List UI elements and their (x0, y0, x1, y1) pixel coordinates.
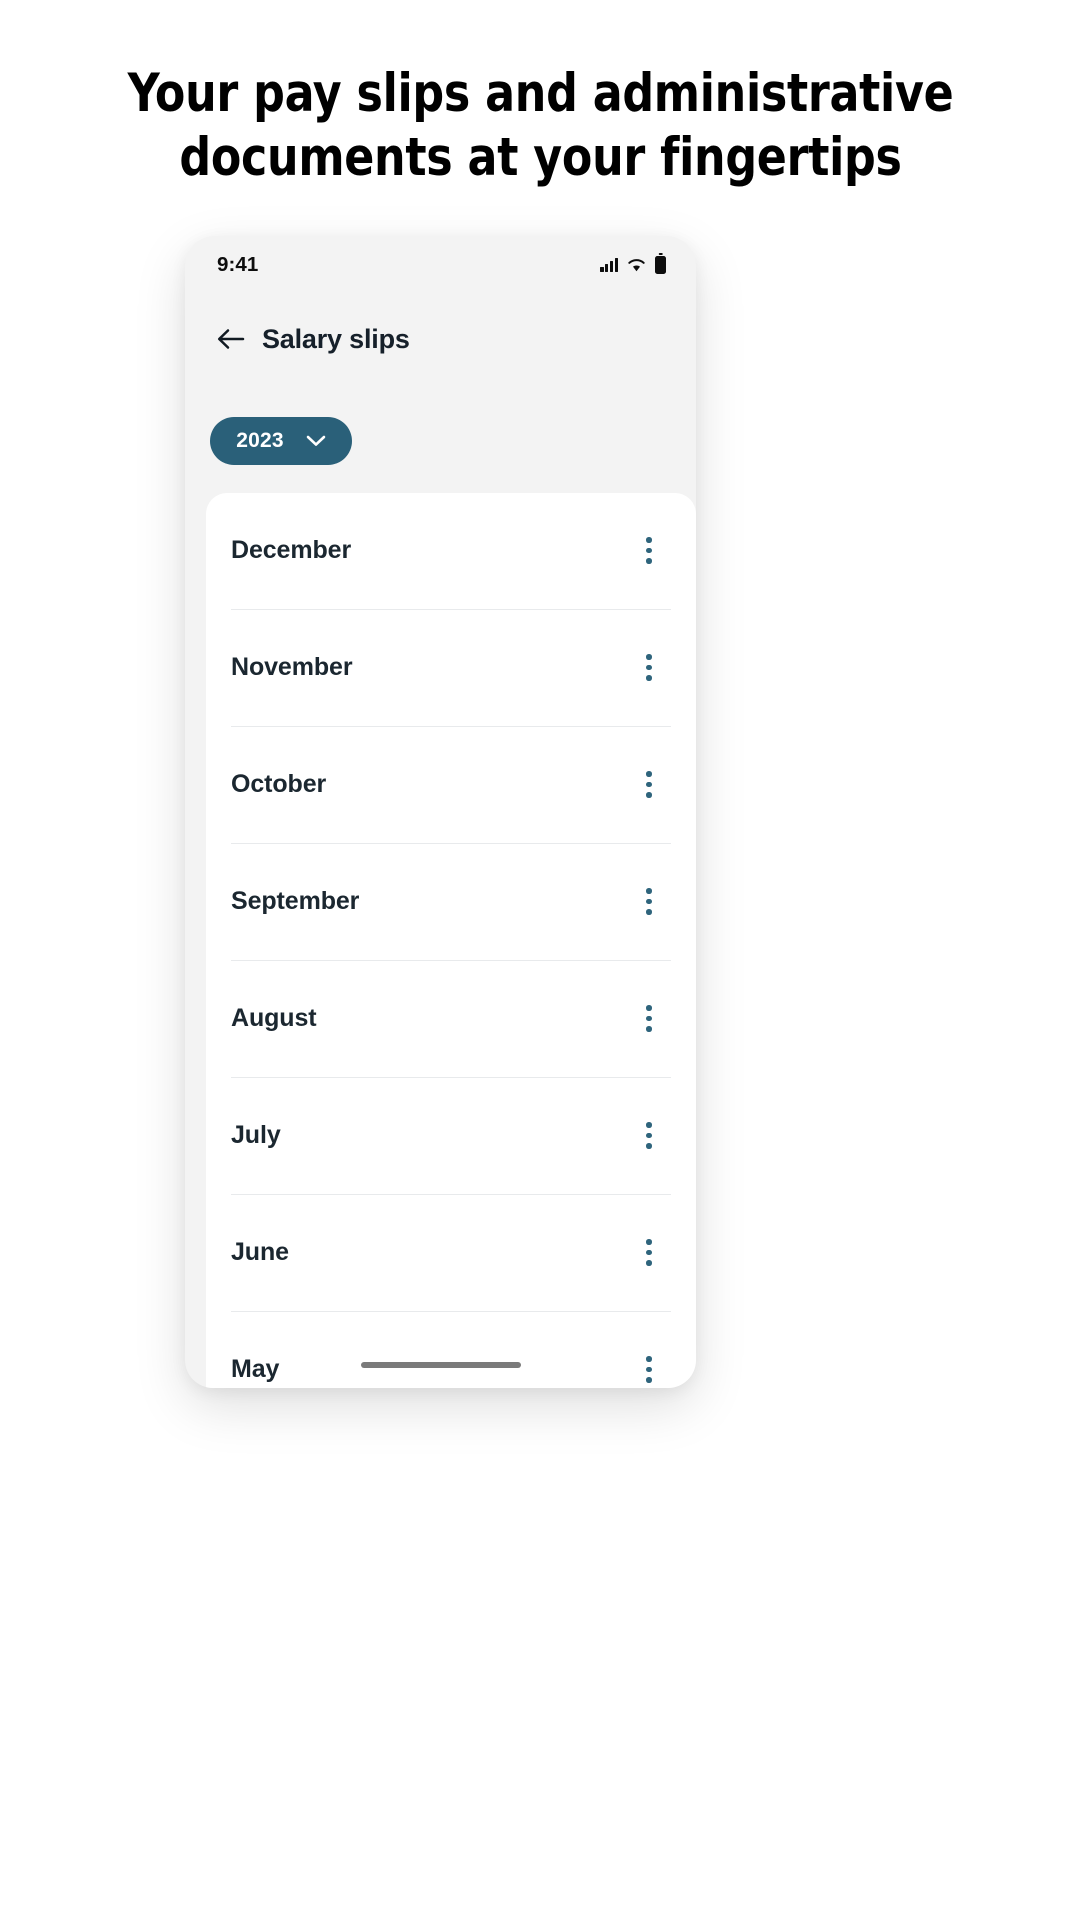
year-filter-dropdown[interactable]: 2023 (210, 417, 352, 465)
table-row[interactable]: June (206, 1195, 696, 1312)
more-vertical-icon[interactable] (632, 1119, 666, 1153)
page-title: Your pay slips and administrative docume… (38, 62, 1043, 190)
table-row[interactable]: May (206, 1312, 696, 1388)
more-vertical-icon[interactable] (632, 534, 666, 568)
phone-mockup: 9:41 Salary slips 2023 December November… (185, 236, 696, 1388)
table-row[interactable]: September (206, 844, 696, 961)
more-vertical-icon[interactable] (632, 651, 666, 685)
app-bar-title: Salary slips (262, 323, 410, 354)
status-bar-icons (600, 256, 666, 274)
table-row[interactable]: December (206, 493, 696, 610)
more-vertical-icon[interactable] (632, 1002, 666, 1036)
table-row[interactable]: October (206, 727, 696, 844)
page-title-line-1: Your pay slips and administrative (127, 63, 954, 124)
table-row[interactable]: August (206, 961, 696, 1078)
app-bar: Salary slips (185, 308, 696, 370)
more-vertical-icon[interactable] (632, 768, 666, 802)
home-indicator (360, 1362, 521, 1368)
page-title-line-2: documents at your fingertips (179, 127, 902, 188)
battery-icon (655, 256, 666, 274)
month-label: October (231, 770, 327, 798)
status-bar: 9:41 (185, 236, 696, 294)
month-label: May (231, 1355, 280, 1383)
chevron-down-icon (306, 435, 326, 447)
salary-slips-list[interactable]: December November October September Augu… (206, 493, 696, 1388)
status-bar-time: 9:41 (217, 253, 259, 276)
month-label: December (231, 536, 352, 564)
wifi-icon (627, 258, 646, 272)
more-vertical-icon[interactable] (632, 1236, 666, 1270)
table-row[interactable]: July (206, 1078, 696, 1195)
more-vertical-icon[interactable] (632, 1353, 666, 1387)
more-vertical-icon[interactable] (632, 885, 666, 919)
month-label: June (231, 1238, 289, 1266)
back-button[interactable] (211, 319, 251, 359)
cellular-signal-icon (600, 258, 618, 272)
month-label: November (231, 653, 353, 681)
month-label: September (231, 887, 360, 915)
back-arrow-icon (216, 327, 246, 351)
year-filter-label: 2023 (236, 429, 284, 452)
table-row[interactable]: November (206, 610, 696, 727)
month-label: August (231, 1004, 317, 1032)
month-label: July (231, 1121, 281, 1149)
